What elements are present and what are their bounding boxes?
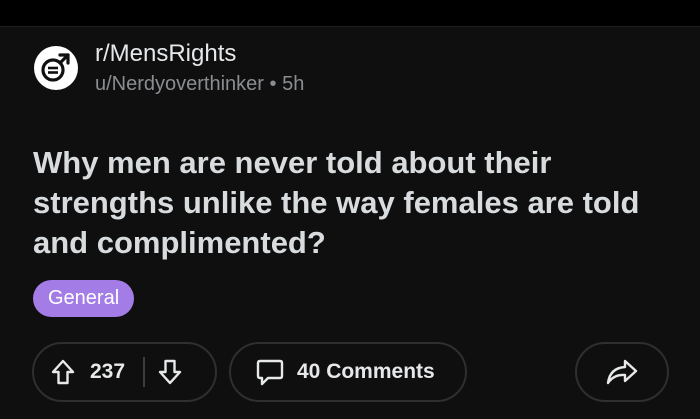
vote-divider: [143, 357, 146, 387]
speech-bubble-icon: [255, 357, 285, 387]
author-name[interactable]: u/Nerdyoverthinker: [95, 73, 264, 95]
byline-separator: •: [269, 73, 277, 95]
mens-symbol-icon: [39, 51, 73, 85]
vote-bar: 237: [32, 342, 217, 402]
subreddit-avatar[interactable]: [34, 46, 78, 90]
post-age: 5h: [282, 73, 305, 95]
post-meta: r/MensRights u/Nerdyoverthinker • 5h: [95, 40, 304, 96]
post-header: r/MensRights u/Nerdyoverthinker • 5h: [34, 40, 304, 96]
share-arrow-icon: [605, 357, 639, 387]
post-byline: u/Nerdyoverthinker • 5h: [95, 72, 304, 96]
subreddit-name[interactable]: r/MensRights: [95, 40, 304, 68]
arrow-up-icon[interactable]: [50, 358, 76, 386]
comments-count-label: 40 Comments: [297, 360, 435, 383]
post-title[interactable]: Why men are never told about their stren…: [33, 143, 673, 263]
arrow-down-icon[interactable]: [157, 358, 183, 386]
vote-count: 237: [90, 360, 126, 383]
comments-button[interactable]: 40 Comments: [229, 342, 467, 402]
post-flair[interactable]: General: [33, 280, 135, 317]
share-button[interactable]: [575, 342, 669, 402]
